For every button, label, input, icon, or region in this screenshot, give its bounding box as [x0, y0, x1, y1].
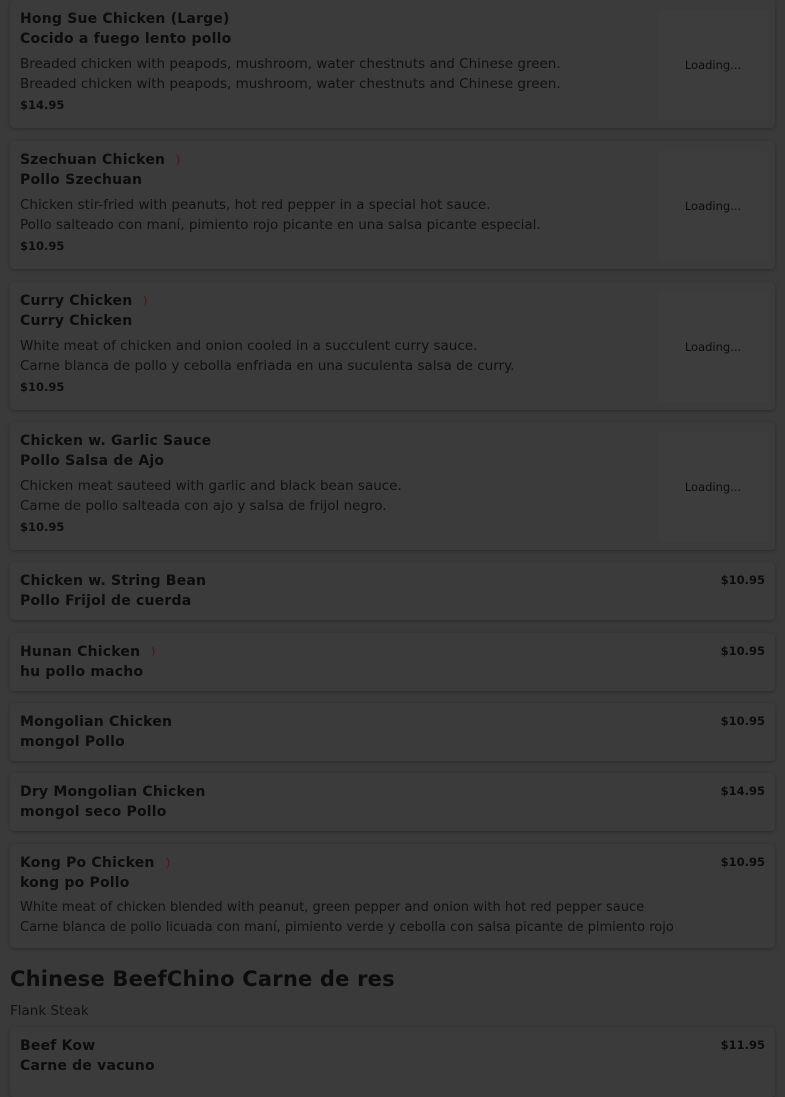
- item-price: $10.95: [720, 573, 765, 587]
- chili-pepper-icon: [165, 857, 169, 869]
- item-name-es: Cocido a fuego lento pollo: [20, 31, 232, 47]
- item-description: Chicken stir-fried with peanuts, hot red…: [20, 195, 765, 235]
- item-description: Chicken meat sauteed with garlic and bla…: [20, 476, 765, 516]
- loading-label: Loading...: [684, 340, 742, 354]
- item-price: $10.95: [720, 644, 765, 658]
- menu-item[interactable]: Hunan Chicken hu pollo macho $10.95: [10, 633, 775, 691]
- item-description-en: White meat of chicken and onion cooled i…: [20, 338, 478, 354]
- item-name-es: Carne de vacuno: [20, 1058, 155, 1074]
- loading-label: Loading...: [684, 480, 742, 494]
- loading-label: Loading...: [684, 199, 742, 213]
- menu-item[interactable]: Szechuan Chicken Pollo Szechuan Chicken …: [10, 141, 775, 269]
- item-name-en: Dry Mongolian Chicken: [20, 784, 206, 800]
- menu-item[interactable]: Mongolian Chicken mongol Pollo $10.95: [10, 703, 775, 761]
- section-subtitle: Flank Steak: [10, 1003, 89, 1019]
- chili-pepper-icon: [143, 295, 147, 307]
- item-name-en: Hunan Chicken: [20, 644, 141, 660]
- item-image-placeholder: Loading...: [657, 10, 769, 120]
- item-name-es: Pollo Szechuan: [20, 172, 143, 188]
- item-description: White meat of chicken and onion cooled i…: [20, 336, 765, 376]
- item-name-en: Hong Sue Chicken (Large): [20, 11, 230, 27]
- item-image-placeholder: Loading...: [657, 292, 769, 402]
- item-name-en: Curry Chicken: [20, 293, 133, 309]
- section-title: Chinese BeefChino Carne de res: [10, 967, 395, 991]
- item-name-en: Chicken w. Garlic Sauce: [20, 433, 212, 449]
- item-name-es: kong po Pollo: [20, 875, 130, 891]
- item-name-es: hu pollo macho: [20, 664, 144, 680]
- item-name-es: mongol Pollo: [20, 734, 125, 750]
- item-name-en: Szechuan Chicken: [20, 152, 166, 168]
- item-description: White meat of chicken blended with peanu…: [20, 898, 765, 938]
- chili-pepper-icon: [176, 154, 180, 166]
- item-name-es: mongol seco Pollo: [20, 804, 167, 820]
- item-name-en: Beef Kow: [20, 1038, 96, 1054]
- item-name-es: Curry Chicken: [20, 313, 133, 329]
- menu-item[interactable]: Hong Sue Chicken (Large) Cocido a fuego …: [10, 0, 775, 128]
- item-description: Breaded chicken with peapods, mushroom, …: [20, 54, 765, 94]
- item-name-en: Kong Po Chicken: [20, 855, 155, 871]
- item-price: $10.95: [20, 520, 65, 534]
- item-price: $14.95: [20, 98, 65, 112]
- loading-label: Loading...: [684, 58, 742, 72]
- menu-item[interactable]: Curry Chicken Curry Chicken White meat o…: [10, 282, 775, 410]
- item-description-es: Pollo salteado con maní, pimiento rojo p…: [20, 217, 541, 233]
- item-price: $14.95: [720, 784, 765, 798]
- item-description-en: Chicken meat sauteed with garlic and bla…: [20, 478, 402, 494]
- item-name-en: Chicken w. String Bean: [20, 573, 207, 589]
- chili-pepper-icon: [151, 646, 155, 658]
- item-name-es: Pollo Salsa de Ajo: [20, 453, 165, 469]
- item-description-en: White meat of chicken blended with peanu…: [20, 900, 645, 915]
- item-price: $10.95: [20, 380, 65, 394]
- menu-item[interactable]: Chicken w. String Bean Pollo Frijol de c…: [10, 562, 775, 620]
- menu-item[interactable]: Kong Po Chicken kong po Pollo White meat…: [10, 844, 775, 948]
- item-description-es: Carne de pollo salteada con ajo y salsa …: [20, 498, 387, 514]
- item-price: $10.95: [720, 714, 765, 728]
- item-description-en: Chicken stir-fried with peanuts, hot red…: [20, 197, 491, 213]
- item-description-es: Breaded chicken with peapods, mushroom, …: [20, 76, 561, 92]
- menu-item[interactable]: Chicken w. Garlic Sauce Pollo Salsa de A…: [10, 422, 775, 550]
- item-image-placeholder: Loading...: [657, 151, 769, 261]
- item-image-placeholder: Loading...: [657, 432, 769, 542]
- item-name-en: Mongolian Chicken: [20, 714, 173, 730]
- item-description-en: Breaded chicken with peapods, mushroom, …: [20, 56, 561, 72]
- menu-item[interactable]: Dry Mongolian Chicken mongol seco Pollo …: [10, 773, 775, 831]
- item-price: $11.95: [720, 1038, 765, 1052]
- item-price: $10.95: [20, 239, 65, 253]
- item-price: $10.95: [720, 855, 765, 869]
- item-description-es: Carne blanca de pollo licuada con maní, …: [20, 920, 674, 935]
- item-description-es: Carne blanca de pollo y cebolla enfriada…: [20, 358, 515, 374]
- item-name-es: Pollo Frijol de cuerda: [20, 593, 192, 609]
